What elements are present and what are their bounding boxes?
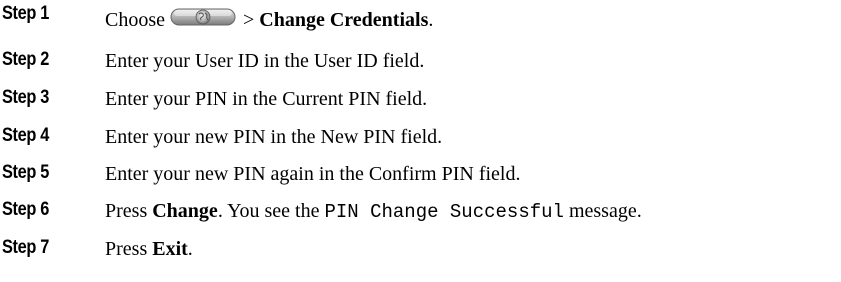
step-label: Step 3 <box>2 87 49 108</box>
step-2: Step 2 Enter your User ID in the User ID… <box>0 48 841 82</box>
menu-path: Change Credentials <box>259 9 429 31</box>
step-text: Enter your User ID in the User ID field. <box>105 50 425 72</box>
step-text-separator: > <box>238 9 260 31</box>
step-text-lead: Choose <box>105 9 165 31</box>
step-label: Step 2 <box>2 49 49 70</box>
step-4: Step 4 Enter your new PIN in the New PIN… <box>0 124 841 158</box>
step-text: Enter your PIN in the Current PIN field. <box>105 88 428 110</box>
step-text-lead: Press <box>105 238 153 260</box>
step-text-trail: . <box>187 238 193 260</box>
applications-globe-icon <box>170 7 236 27</box>
step-7: Step 7 Press Exit. <box>0 236 841 270</box>
step-text: Press Exit. <box>105 237 193 261</box>
step-5: Step 5 Enter your new PIN again in the C… <box>0 161 841 195</box>
screen-message: PIN Change Successful <box>324 201 564 223</box>
step-text-middle: . You see the <box>217 200 325 222</box>
step-label: Step 5 <box>2 162 49 183</box>
step-text: Enter your new PIN in the New PIN field. <box>105 126 443 148</box>
step-text-trail: message. <box>563 200 642 222</box>
step-6: Step 6 Press Change. You see the PIN Cha… <box>0 198 841 232</box>
step-label: Step 4 <box>2 125 49 146</box>
step-text-trail: . <box>428 9 434 31</box>
step-label: Step 1 <box>2 3 49 24</box>
step-label: Step 6 <box>2 199 49 220</box>
step-text: Press Change. You see the PIN Change Suc… <box>105 199 642 224</box>
step-1: Step 1 Choose > Change Credentials. <box>0 2 841 36</box>
step-3: Step 3 Enter your PIN in the Current PIN… <box>0 86 841 120</box>
step-label: Step 7 <box>2 237 49 258</box>
step-text-lead: Press <box>105 200 153 222</box>
softkey-name: Exit <box>152 238 188 260</box>
step-text: Choose > Change Credentials. <box>105 7 433 32</box>
softkey-name: Change <box>152 200 218 222</box>
step-text: Enter your new PIN again in the Confirm … <box>105 163 521 185</box>
